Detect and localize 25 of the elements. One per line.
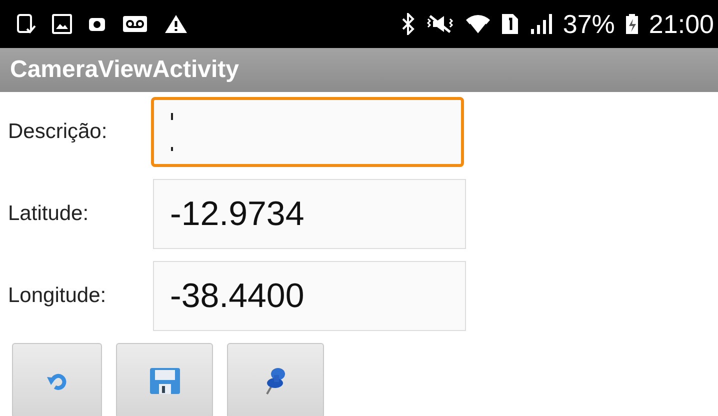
wifi-icon <box>464 12 491 36</box>
image-icon <box>52 14 72 34</box>
mute-icon <box>424 13 455 35</box>
text-field[interactable]: -38.4400 <box>153 261 466 331</box>
signal-icon <box>528 13 553 35</box>
field-label: Longitude: <box>8 284 108 308</box>
clock: 21:00 <box>648 8 714 40</box>
activity-title: CameraViewActivity <box>10 56 240 84</box>
battery-percent: 37% <box>562 8 615 40</box>
text-field[interactable]: -12.9734 <box>153 179 466 249</box>
pushpin-icon <box>264 366 286 394</box>
field-label: Descrição: <box>8 120 108 144</box>
sim-card-icon <box>500 13 519 35</box>
battery-charging-icon <box>624 13 639 35</box>
text-cursor-icon <box>170 113 174 153</box>
text-field[interactable] <box>151 97 464 167</box>
field-label: Latitude: <box>8 202 90 226</box>
bluetooth-icon <box>400 13 415 35</box>
tablet-check-icon <box>16 13 36 35</box>
warning-icon <box>164 14 188 34</box>
camera-icon <box>88 15 106 33</box>
pushpin-button[interactable] <box>227 343 324 416</box>
save-button[interactable] <box>116 343 213 416</box>
voicemail-icon <box>122 15 148 33</box>
undo-button[interactable] <box>12 343 102 416</box>
